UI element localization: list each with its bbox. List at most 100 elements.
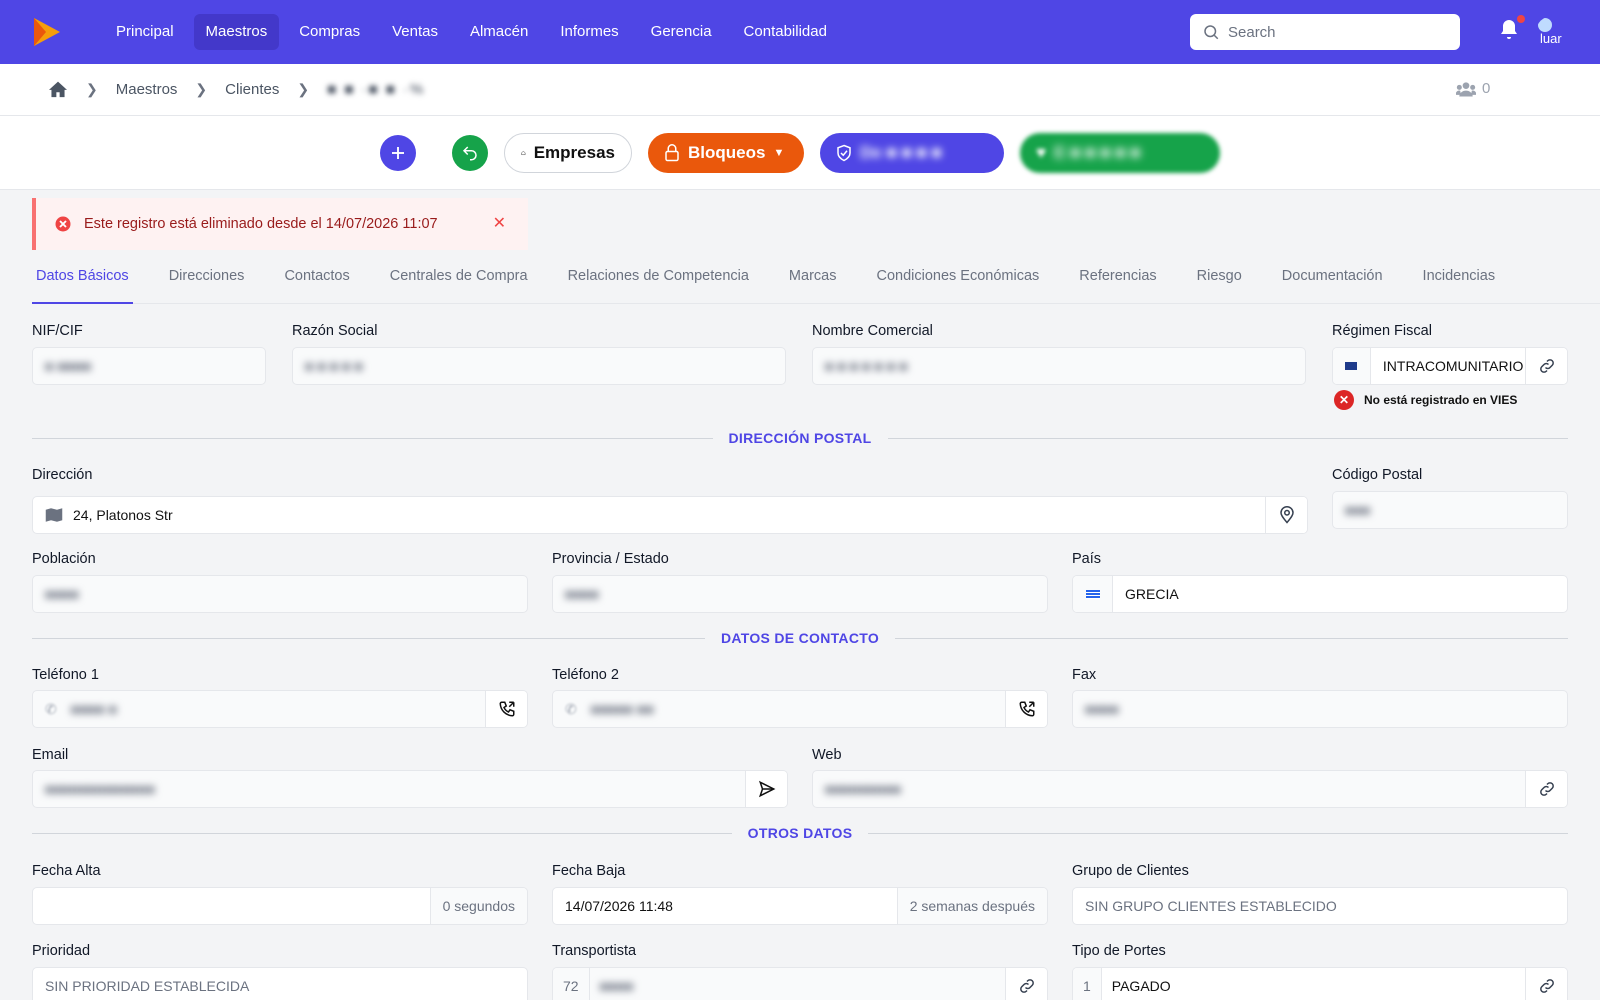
empresas-button[interactable]: Empresas [504,133,632,173]
breadcrumb-clientes[interactable]: Clientes [225,81,279,98]
breadcrumb-maestros[interactable]: Maestros [116,81,178,98]
locate-button[interactable] [1265,497,1307,533]
app-logo[interactable] [30,14,66,50]
bloqueos-button[interactable]: Bloqueos ▼ [648,133,804,173]
web-value: ■■■■■■■■■ [825,781,902,797]
open-web-button[interactable] [1525,771,1567,807]
telefono1-field[interactable]: ✆ ■■■■ ■ [32,690,528,728]
nav-principal[interactable]: Principal [104,14,186,50]
tab-datos-basicos[interactable]: Datos Básicos [32,262,133,304]
link-button[interactable] [1525,348,1567,384]
regimen-fiscal-label: Régimen Fiscal [1332,323,1432,339]
greece-flag-icon [1073,576,1113,612]
close-icon[interactable]: ✕ [493,213,506,233]
grupo-clientes-value: SIN GRUPO CLIENTES ESTABLECIDO [1085,898,1337,914]
telefono1-label: Teléfono 1 [32,667,99,683]
email-label: Email [32,747,69,763]
nav-ventas[interactable]: Ventas [380,14,450,50]
poblacion-value: ■■■■ [45,586,79,602]
tab-direcciones[interactable]: Direcciones [165,262,249,304]
link-icon [1539,979,1554,993]
email-field[interactable]: ■■■■■■■■■■■■■ [32,770,788,808]
green-action-label: E ■ ■ ■ ■ ■ [1054,143,1141,162]
section-title: OTROS DATOS [747,825,853,841]
fax-field[interactable]: ■■■■ [1072,690,1568,728]
nav-almacen[interactable]: Almacén [458,14,540,50]
pais-field[interactable]: GRECIA [1072,575,1568,613]
transportista-field[interactable]: 72 ■■■■ [552,967,1048,1000]
send-email-button[interactable] [745,771,787,807]
email-value: ■■■■■■■■■■■■■ [45,781,155,797]
tab-incidencias[interactable]: Incidencias [1419,262,1500,304]
call-button[interactable] [485,691,527,727]
fecha-alta-relative: 0 segundos [429,888,527,924]
tipo-portes-field[interactable]: 1 PAGADO [1072,967,1568,1000]
shield-action-label: De ■ ■ ■ ■ [860,143,942,162]
link-button[interactable] [1525,968,1567,1000]
web-field[interactable]: ■■■■■■■■■ [812,770,1568,808]
avatar[interactable]: luar [1536,16,1568,48]
deleted-alert: Este registro está eliminado desde el 14… [32,198,528,250]
tab-marcas[interactable]: Marcas [785,262,841,304]
nav-contabilidad[interactable]: Contabilidad [732,14,839,50]
active-users-count: 0 [1482,80,1491,97]
provincia-field[interactable]: ■■■■ [552,575,1048,613]
grupo-clientes-field[interactable]: SIN GRUPO CLIENTES ESTABLECIDO [1072,887,1568,925]
grupo-clientes-label: Grupo de Clientes [1072,863,1189,879]
undo-icon [462,146,477,161]
link-button[interactable] [1005,968,1047,1000]
tab-riesgo[interactable]: Riesgo [1193,262,1246,304]
nav-maestros[interactable]: Maestros [193,14,280,50]
prioridad-field[interactable]: SIN PRIORIDAD ESTABLECIDA [32,967,528,1000]
vies-status: ✕ No está registrado en VIES [1334,390,1517,410]
tab-referencias[interactable]: Referencias [1075,262,1160,304]
alert-text: Este registro está eliminado desde el 14… [84,216,438,232]
action-bar: Empresas Bloqueos ▼ De ■ ■ ■ ■ ♥ E ■ ■ ■… [0,116,1600,190]
nif-field[interactable]: ■ ■■■■ [32,347,266,385]
fecha-baja-field[interactable]: 14/07/2026 11:48 2 semanas después [552,887,1048,925]
regimen-fiscal-field[interactable]: INTRACOMUNITARIO [1332,347,1568,385]
tab-contactos[interactable]: Contactos [280,262,353,304]
transportista-code: 72 [553,968,590,1000]
home-icon[interactable] [48,80,68,98]
tab-condiciones-economicas[interactable]: Condiciones Económicas [872,262,1043,304]
search-input[interactable] [1228,23,1448,41]
fecha-alta-field[interactable]: 0 segundos [32,887,528,925]
shield-action-button[interactable]: De ■ ■ ■ ■ [820,133,1004,173]
codigo-postal-field[interactable]: ■■■ [1332,491,1568,529]
pais-value: GRECIA [1125,586,1179,602]
add-button[interactable] [380,135,416,171]
vies-text: No está registrado en VIES [1364,393,1518,407]
fax-label: Fax [1072,667,1097,683]
section-title: DIRECCIÓN POSTAL [728,430,872,446]
nombre-comercial-field[interactable]: ■ ■ ■ ■ ■ ■ ■ [812,347,1306,385]
avatar-image [1538,18,1552,32]
poblacion-field[interactable]: ■■■■ [32,575,528,613]
breadcrumb-current: ■ ■ ·■ ■ ·% [327,80,426,98]
breadcrumb-bar: ❯ Maestros ❯ Clientes ❯ ■ ■ ·■ ■ ·% 0 [0,64,1600,116]
call-button[interactable] [1005,691,1047,727]
map-pin-icon [1279,506,1294,524]
bloqueos-label: Bloqueos [688,143,766,162]
tab-relaciones-competencia[interactable]: Relaciones de Competencia [564,262,753,304]
telefono2-field[interactable]: ✆ ■■■■■ ■■ [552,690,1048,728]
razon-social-field[interactable]: ■ ■ ■ ■ ■ [292,347,786,385]
eu-flag-icon [1333,348,1371,384]
telefono2-value: ■■■■■ ■■ [590,701,654,717]
map-icon [45,508,63,522]
lock-icon [665,144,679,162]
tab-documentacion[interactable]: Documentación [1278,262,1387,304]
chevron-down-icon: ▼ [773,147,785,159]
green-action-button[interactable]: ♥ E ■ ■ ■ ■ ■ [1020,133,1220,173]
provincia-label: Provincia / Estado [552,551,669,567]
direccion-field[interactable]: 24, Platonos Str [32,496,1308,534]
tab-centrales-compra[interactable]: Centrales de Compra [386,262,532,304]
link-icon [1539,782,1554,796]
phone-icon: ✆ [565,700,577,717]
nav-compras[interactable]: Compras [287,14,372,50]
link-icon [1539,359,1554,373]
nav-informes[interactable]: Informes [548,14,630,50]
nav-gerencia[interactable]: Gerencia [639,14,724,50]
razon-social-value: ■ ■ ■ ■ ■ [305,358,363,374]
back-button[interactable] [452,135,488,171]
